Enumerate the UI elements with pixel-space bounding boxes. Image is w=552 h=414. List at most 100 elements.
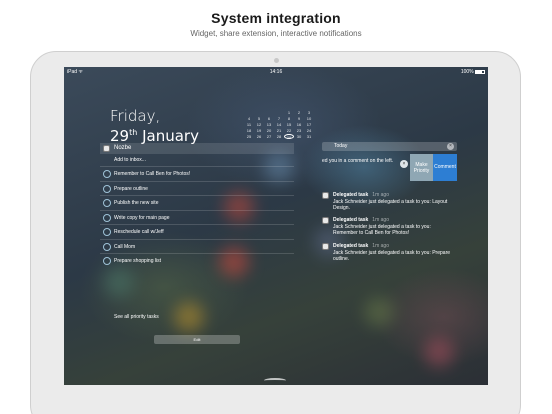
calendar-day: 9: [297, 116, 301, 121]
battery-icon: [475, 69, 485, 74]
calendar-day: 28: [276, 134, 282, 139]
task-label: Call Mom: [114, 243, 136, 250]
swiped-notification: ed you in a comment on the left. × Make …: [322, 154, 457, 181]
make-priority-button[interactable]: Make Priority: [410, 154, 433, 181]
date-day-suffix: th: [129, 128, 138, 137]
task-checkbox-icon[interactable]: [103, 257, 111, 265]
notification-body: Jack Schneider just delegated a task to …: [333, 250, 451, 262]
calendar-day: 3: [307, 110, 311, 115]
edit-widgets-button[interactable]: Edit: [154, 335, 240, 344]
chevron-up-icon[interactable]: [264, 378, 286, 383]
task-label: Write copy for main page: [114, 214, 170, 221]
task-label: Prepare shopping list: [114, 258, 161, 264]
notification-title: Delegated task 1m ago: [333, 192, 389, 198]
battery-indicator: 100%: [461, 69, 485, 75]
page-headline: System integration: [211, 10, 341, 26]
calendar-day: 27: [266, 134, 272, 139]
notification-time: 1m ago: [372, 192, 389, 198]
calendar-day: 21: [276, 128, 282, 133]
task-item[interactable]: Remember to Call Ben for Photos!: [100, 166, 294, 181]
calendar-day: 1: [287, 110, 291, 115]
notification-body: Jack Schneider just delegated a task to …: [333, 199, 448, 211]
nozbe-app-icon: [322, 192, 329, 199]
priority-task-list: Remember to Call Ben for Photos! Prepare …: [100, 166, 294, 268]
task-label: Reschedule call w/Jeff: [114, 229, 164, 235]
calendar-day: 22: [286, 128, 292, 133]
calendar-day: [274, 110, 284, 115]
calendar-day: 16: [296, 122, 302, 127]
calendar-day: 25: [246, 134, 252, 139]
see-all-priority-tasks-link[interactable]: See all priority tasks: [114, 314, 159, 320]
calendar-day: 23: [296, 128, 302, 133]
calendar-widget: 1 2 3 4 5 6 7 8 9 10 11 12 13 14 15 16 17 18 19 20 21 22 23 24 2…: [244, 110, 314, 140]
calendar-day: 4: [247, 116, 251, 121]
ipad-frame: iPad ᯤ 14:16 100% Friday, 29th January 1…: [30, 51, 521, 414]
calendar-day: 18: [246, 128, 252, 133]
task-checkbox-icon[interactable]: [103, 242, 111, 251]
notification-time: 1m ago: [372, 217, 389, 223]
task-item[interactable]: Call Mom: [100, 238, 294, 254]
dismiss-notification-icon[interactable]: ×: [400, 160, 408, 168]
task-item[interactable]: Prepare outline: [100, 180, 294, 196]
page-subheadline: Widget, share extension, interactive not…: [190, 29, 362, 38]
task-checkbox-icon[interactable]: [103, 170, 111, 178]
swiped-notification-text: ed you in a comment on the left.: [322, 158, 394, 164]
calendar-day: [254, 110, 264, 115]
comment-button[interactable]: Comment: [433, 154, 457, 181]
calendar-day: 12: [256, 122, 262, 127]
camera-icon: [274, 58, 279, 63]
calendar-day: 13: [266, 122, 272, 127]
notification-body: Jack Schneider just delegated a task to …: [333, 224, 431, 236]
nozbe-app-icon: [103, 145, 110, 152]
status-time: 14:16: [269, 69, 283, 75]
task-label: Prepare outline: [114, 185, 148, 192]
task-item[interactable]: Write copy for main page: [100, 209, 294, 225]
notification-time: 1m ago: [372, 243, 389, 249]
calendar-day: 19: [256, 128, 262, 133]
nozbe-widget-title: Nozbe: [114, 145, 132, 151]
task-label: Remember to Call Ben for Photos!: [114, 171, 191, 177]
task-checkbox-icon[interactable]: [103, 228, 111, 236]
calendar-day: 20: [266, 128, 272, 133]
calendar-day: [264, 110, 274, 115]
today-label: Today: [334, 143, 348, 149]
calendar-day: 26: [256, 134, 262, 139]
calendar-day: 7: [277, 116, 281, 121]
calendar-day: 29: [284, 134, 294, 140]
calendar-day: 5: [257, 116, 261, 121]
nozbe-app-icon: [322, 243, 329, 250]
notification-title-text: Delegated task: [333, 192, 369, 198]
task-item[interactable]: Prepare shopping list: [100, 253, 294, 268]
task-checkbox-icon[interactable]: [103, 184, 111, 193]
clear-notifications-icon[interactable]: ×: [447, 143, 454, 150]
calendar-day: 6: [267, 116, 271, 121]
task-checkbox-icon[interactable]: [103, 199, 111, 207]
notification-title-text: Delegated task: [333, 217, 369, 223]
calendar-day: 14: [276, 122, 282, 127]
calendar-day: 30: [296, 134, 302, 139]
ipad-screen: iPad ᯤ 14:16 100% Friday, 29th January 1…: [64, 67, 488, 385]
calendar-day: 17: [306, 122, 312, 127]
calendar-day: 11: [246, 122, 252, 127]
calendar-day: 2: [297, 110, 301, 115]
calendar-day: [244, 110, 254, 115]
task-label: Publish the new site: [114, 200, 159, 206]
today-header: Today ×: [322, 142, 457, 151]
notification-title-text: Delegated task: [333, 243, 369, 249]
calendar-day: 31: [306, 134, 312, 139]
task-item[interactable]: Publish the new site: [100, 195, 294, 210]
calendar-day: 10: [306, 116, 312, 121]
notification-title: Delegated task 1m ago: [333, 217, 389, 223]
task-item[interactable]: Reschedule call w/Jeff: [100, 224, 294, 239]
notification-title: Delegated task 1m ago: [333, 243, 389, 249]
nozbe-app-icon: [322, 217, 329, 224]
battery-percent: 100%: [460, 69, 474, 75]
add-to-inbox-button[interactable]: Add to inbox...: [114, 157, 146, 163]
status-bar: iPad ᯤ 14:16 100%: [64, 67, 488, 77]
date-weekday: Friday,: [110, 107, 161, 125]
nozbe-widget-header[interactable]: Nozbe: [100, 143, 294, 154]
calendar-day: 8: [287, 116, 291, 121]
task-checkbox-icon[interactable]: [103, 213, 111, 222]
calendar-day: 24: [306, 128, 312, 133]
calendar-day: 15: [286, 122, 292, 127]
